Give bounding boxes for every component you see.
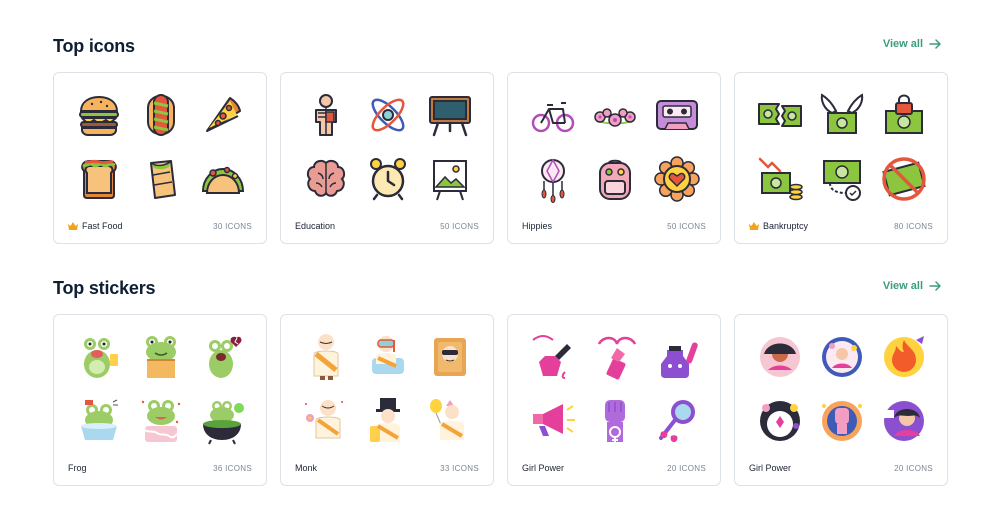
fist-sticker <box>584 389 646 453</box>
burger-icon <box>68 83 130 147</box>
pwr-girl-badge-sticker <box>873 389 935 453</box>
pack-card-bankruptcy[interactable]: Bankruptcy 80 ICONS <box>734 72 948 244</box>
top-stickers-cards: Frog 36 ICONS Monk 33 ICONS Girl Power 2… <box>53 314 948 486</box>
pack-name: Bankruptcy <box>763 221 809 231</box>
top-icons-section: Top icons View all Fast Food 30 ICONS Ed… <box>53 34 948 244</box>
sandwich-icon <box>68 147 130 211</box>
money-chained-icon <box>811 147 873 211</box>
burrito-icon <box>130 147 192 211</box>
top-stickers-view-all-link[interactable]: View all <box>883 278 942 294</box>
cassette-icon <box>646 83 708 147</box>
flower-crown-icon <box>584 83 646 147</box>
top-icons-header: Top icons View all <box>53 34 948 58</box>
pack-card-monk[interactable]: Monk 33 ICONS <box>280 314 494 486</box>
atom-icon <box>357 83 419 147</box>
top-icons-cards: Fast Food 30 ICONS Education 50 ICONS Hi… <box>53 72 948 244</box>
nail-polish-sticker <box>522 325 584 389</box>
blackboard-icon <box>419 83 481 147</box>
view-all-label: View all <box>882 280 923 292</box>
monk-sticker <box>295 325 357 389</box>
pack-count: 20 ICONS <box>894 463 933 473</box>
girl-badge-sticker <box>749 325 811 389</box>
top-icons-view-all-link[interactable]: View all <box>883 36 942 52</box>
fire-badge-sticker <box>873 325 935 389</box>
money-loss-icon <box>749 147 811 211</box>
pack-count: 50 ICONS <box>440 221 479 231</box>
pack-count: 33 ICONS <box>440 463 479 473</box>
flower-heart-icon <box>646 147 708 211</box>
pack-count: 20 ICONS <box>667 463 706 473</box>
pack-card-frog[interactable]: Frog 36 ICONS <box>53 314 267 486</box>
arrow-right-icon <box>929 281 941 291</box>
frog-cup-sticker <box>68 389 130 453</box>
pack-name: Fast Food <box>82 221 123 231</box>
anatomy-icon <box>295 83 357 147</box>
monk-tophat-sticker <box>357 389 419 453</box>
alarm-clock-icon <box>357 147 419 211</box>
pack-card-girl-power-2[interactable]: Girl Power 20 ICONS <box>734 314 948 486</box>
pack-name: Monk <box>295 463 318 473</box>
flying-money-icon <box>811 83 873 147</box>
torn-money-icon <box>749 83 811 147</box>
pack-name: Education <box>295 221 336 231</box>
bicycle-icon <box>522 83 584 147</box>
view-all-label: View all <box>882 38 923 50</box>
frog-beer-sticker <box>68 325 130 389</box>
fist-badge-sticker <box>811 389 873 453</box>
frog-heartbreak-sticker <box>192 325 254 389</box>
pack-card-fast-food[interactable]: Fast Food 30 ICONS <box>53 72 267 244</box>
girl-flowers-badge-sticker <box>811 325 873 389</box>
locked-money-icon <box>873 83 935 147</box>
lipstick-sticker <box>584 325 646 389</box>
frog-cauldron-sticker <box>192 389 254 453</box>
pizza-icon <box>192 83 254 147</box>
mirror-sticker <box>646 389 708 453</box>
top-icons-title: Top icons <box>53 36 135 56</box>
easel-icon <box>419 147 481 211</box>
top-stickers-header: Top stickers View all <box>53 276 948 300</box>
pack-count: 30 ICONS <box>213 221 252 231</box>
backpack-icon <box>584 147 646 211</box>
premium-crown-icon <box>68 222 78 230</box>
top-stickers-section: Top stickers View all Frog 36 ICONS Monk… <box>53 276 948 486</box>
pack-card-girl-power-1[interactable]: Girl Power 20 ICONS <box>507 314 721 486</box>
arrow-right-icon <box>929 39 941 49</box>
pack-count: 36 ICONS <box>213 463 252 473</box>
frog-box-sticker <box>130 325 192 389</box>
potion-sticker <box>646 325 708 389</box>
pack-name: Hippies <box>522 221 553 231</box>
pack-card-hippies[interactable]: Hippies 50 ICONS <box>507 72 721 244</box>
taco-icon <box>192 147 254 211</box>
megaphone-sticker <box>522 389 584 453</box>
dreamcatcher-icon <box>522 147 584 211</box>
pack-count: 50 ICONS <box>667 221 706 231</box>
monk-book-sticker <box>419 325 481 389</box>
pack-card-education[interactable]: Education 50 ICONS <box>280 72 494 244</box>
girl-pwr-badge-sticker <box>749 389 811 453</box>
monk-snorkel-sticker <box>357 325 419 389</box>
hotdog-icon <box>130 83 192 147</box>
pack-name: Frog <box>68 463 87 473</box>
pack-name: Girl Power <box>522 463 565 473</box>
pack-name: Girl Power <box>749 463 792 473</box>
pack-count: 80 ICONS <box>894 221 933 231</box>
frog-cake-sticker <box>130 389 192 453</box>
brain-icon <box>295 147 357 211</box>
monk-balloon-sticker <box>419 389 481 453</box>
premium-crown-icon <box>749 222 759 230</box>
no-money-icon <box>873 147 935 211</box>
top-stickers-title: Top stickers <box>53 278 156 298</box>
monk-flower-sticker <box>295 389 357 453</box>
